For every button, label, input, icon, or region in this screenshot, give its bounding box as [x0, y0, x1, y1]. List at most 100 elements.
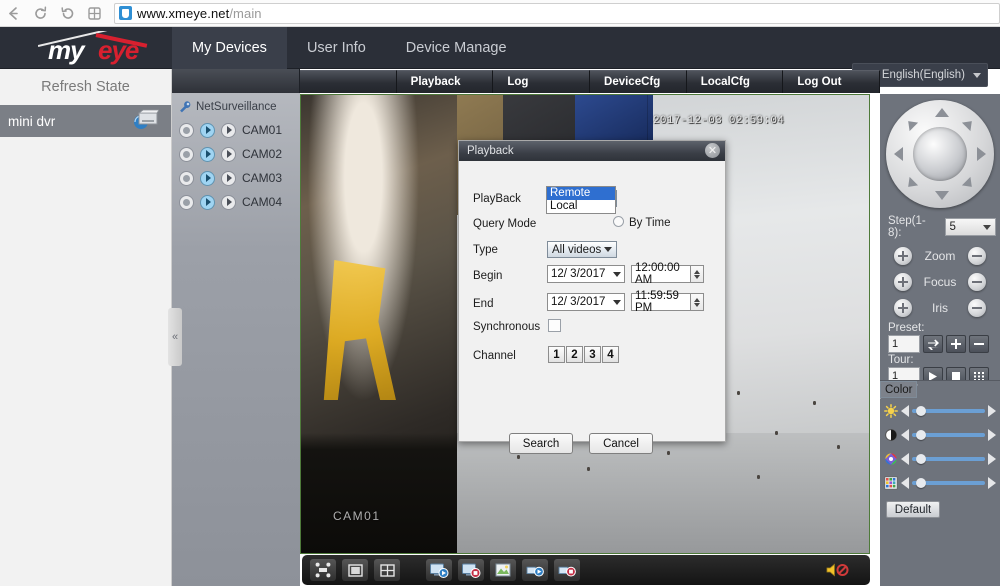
play-stream-icon[interactable] [200, 146, 215, 162]
saturation-slider-knob[interactable] [916, 454, 926, 464]
dropdown-option-local[interactable]: Local [547, 200, 615, 213]
hue-slider-knob[interactable] [916, 478, 926, 488]
cancel-button[interactable]: Cancel [589, 433, 653, 454]
tab-localcfg[interactable]: LocalCfg [686, 70, 784, 93]
play-stream-icon[interactable] [200, 170, 215, 186]
iris-close-button[interactable] [968, 299, 986, 317]
nav-tab-my-devices[interactable]: My Devices [172, 27, 287, 69]
zoom-out-button[interactable] [968, 247, 986, 265]
refresh-state-button[interactable]: Refresh State [0, 69, 171, 105]
apps-button[interactable] [81, 0, 108, 27]
play-stream-icon[interactable] [200, 194, 215, 210]
record-status-icon[interactable] [179, 170, 194, 186]
tree-camera-row[interactable]: CAM02 [172, 142, 300, 166]
preset-remove-button[interactable] [969, 335, 989, 353]
back-button[interactable] [0, 0, 27, 27]
stop-all-preview-button[interactable] [458, 559, 484, 581]
channel-button-4[interactable]: 4 [602, 346, 619, 363]
tree-root-node[interactable]: NetSurveillance [172, 96, 300, 118]
start-all-preview-button[interactable] [426, 559, 452, 581]
playback-icon[interactable] [221, 146, 236, 162]
type-select[interactable]: All videos [547, 241, 617, 258]
tree-camera-row[interactable]: CAM03 [172, 166, 300, 190]
brightness-increase-arrow[interactable] [988, 405, 996, 417]
begin-time-stepper[interactable] [691, 265, 704, 283]
contrast-decrease-arrow[interactable] [901, 429, 909, 441]
tree-camera-row[interactable]: CAM01 [172, 118, 300, 142]
preset-goto-button[interactable] [923, 335, 943, 353]
undo-button[interactable] [54, 0, 81, 27]
ptz-down-left-icon[interactable] [903, 176, 919, 192]
begin-date-input[interactable]: 12/ 3/2017 [547, 265, 625, 283]
ptz-right-icon[interactable] [977, 147, 986, 161]
ptz-down-icon[interactable] [935, 191, 949, 200]
hue-increase-arrow[interactable] [988, 477, 996, 489]
fullscreen-button[interactable] [310, 559, 336, 581]
focus-in-button[interactable] [894, 273, 912, 291]
synchronous-checkbox[interactable] [548, 319, 561, 332]
contrast-increase-arrow[interactable] [988, 429, 996, 441]
start-record-button[interactable] [522, 559, 548, 581]
device-list-item-mini-dvr[interactable]: mini dvr [0, 105, 171, 137]
focus-out-button[interactable] [968, 273, 986, 291]
address-bar[interactable]: www.xmeye.net/main [114, 2, 1000, 24]
hue-decrease-arrow[interactable] [901, 477, 909, 489]
quad-view-button[interactable] [374, 559, 400, 581]
search-button[interactable]: Search [509, 433, 573, 454]
single-view-button[interactable] [342, 559, 368, 581]
stepper-down-icon[interactable] [694, 274, 700, 279]
ptz-direction-pad[interactable] [886, 100, 994, 208]
playback-mode-dropdown-list[interactable]: Remote Local [546, 186, 616, 214]
playback-icon[interactable] [221, 122, 236, 138]
saturation-slider-track[interactable] [912, 454, 985, 464]
tab-devicecfg[interactable]: DeviceCfg [590, 70, 687, 93]
contrast-slider-track[interactable] [912, 430, 985, 440]
close-icon[interactable]: ✕ [705, 143, 720, 158]
preset-add-button[interactable] [946, 335, 966, 353]
tab-logout[interactable]: Log Out [783, 70, 881, 93]
audio-mute-control[interactable] [826, 562, 862, 578]
play-stream-icon[interactable] [200, 122, 215, 138]
brightness-slider-knob[interactable] [916, 406, 926, 416]
hue-slider-track[interactable] [912, 478, 985, 488]
stepper-down-icon[interactable] [694, 302, 700, 307]
preset-input[interactable]: 1 [888, 335, 920, 353]
tab-log[interactable]: Log [493, 70, 591, 93]
query-mode-radio-by-time[interactable] [613, 216, 624, 227]
brightness-slider-track[interactable] [912, 406, 985, 416]
ptz-up-right-icon[interactable] [961, 116, 977, 132]
record-status-icon[interactable] [179, 146, 194, 162]
snapshot-button[interactable] [490, 559, 516, 581]
record-status-icon[interactable] [179, 194, 194, 210]
chevron-down-icon[interactable] [613, 299, 621, 305]
chevron-down-icon[interactable] [613, 271, 621, 277]
nav-tab-user-info[interactable]: User Info [287, 27, 386, 69]
playback-icon[interactable] [221, 170, 236, 186]
channel-button-2[interactable]: 2 [566, 346, 583, 363]
tree-camera-row[interactable]: CAM04 [172, 190, 300, 214]
zoom-in-button[interactable] [894, 247, 912, 265]
tab-color[interactable]: Color [880, 381, 918, 398]
record-status-icon[interactable] [179, 122, 194, 138]
playback-icon[interactable] [221, 194, 236, 210]
channel-button-3[interactable]: 3 [584, 346, 601, 363]
end-time-stepper[interactable] [691, 293, 704, 311]
tab-playback[interactable]: Playback [396, 70, 494, 93]
saturation-increase-arrow[interactable] [988, 453, 996, 465]
end-date-input[interactable]: 12/ 3/2017 [547, 293, 625, 311]
channel-button-1[interactable]: 1 [548, 346, 565, 363]
begin-time-input[interactable]: 12:00:00 AM [631, 262, 691, 286]
ptz-center-button[interactable] [913, 127, 967, 181]
iris-open-button[interactable] [894, 299, 912, 317]
end-time-input[interactable]: 11:59:59 PM [631, 290, 691, 314]
ptz-left-icon[interactable] [894, 147, 903, 161]
nav-tab-device-manage[interactable]: Device Manage [386, 27, 527, 69]
stop-record-button[interactable] [554, 559, 580, 581]
default-button[interactable]: Default [886, 501, 940, 518]
panel-collapse-handle[interactable]: « [168, 308, 182, 366]
saturation-decrease-arrow[interactable] [901, 453, 909, 465]
contrast-slider-knob[interactable] [916, 430, 926, 440]
dropdown-option-remote[interactable]: Remote [547, 187, 615, 200]
reload-button[interactable] [27, 0, 54, 27]
ptz-step-select[interactable]: 5 [944, 218, 996, 236]
